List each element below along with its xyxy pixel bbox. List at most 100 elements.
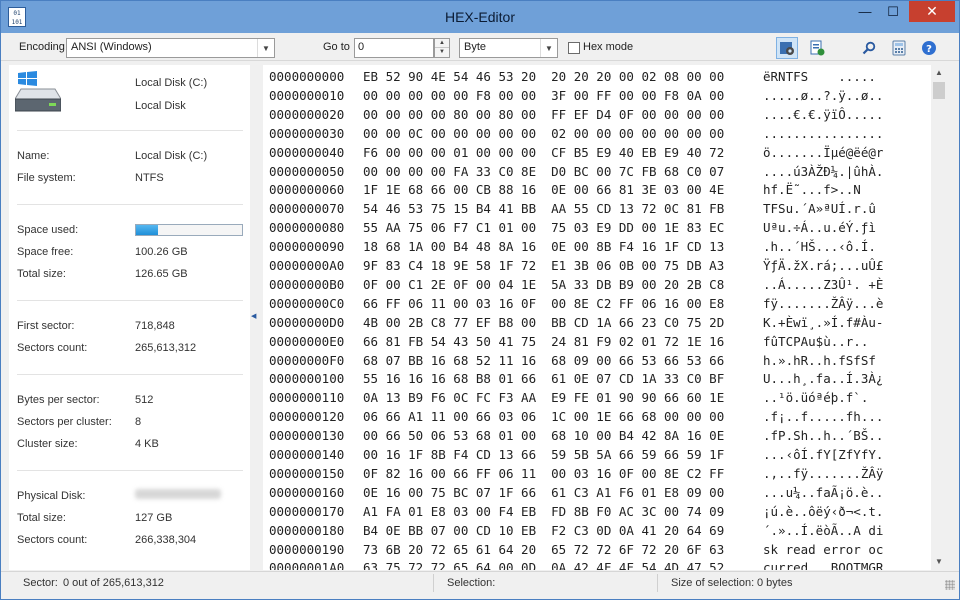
hex-ascii[interactable]: ..¹ö.üóªéþ.f`. [763, 390, 868, 405]
settings-gear-icon[interactable] [776, 37, 798, 59]
hex-offset: 0000000120 [269, 409, 345, 425]
hex-ascii[interactable]: U...h¸.fa..Í.3À¿ [763, 371, 883, 386]
name-label: Name: [17, 150, 50, 162]
vertical-scrollbar[interactable]: ▲ ▼ [931, 65, 947, 570]
minimize-button[interactable]: — [851, 1, 879, 22]
hex-bytes[interactable]: 0F 00 C1 2E 0F 00 04 1E 5A 33 DB B9 00 2… [363, 277, 724, 292]
hex-bytes[interactable]: 00 66 50 06 53 68 01 00 68 10 00 B4 42 8… [363, 428, 724, 443]
resize-grip[interactable] [945, 580, 955, 590]
hex-bytes[interactable]: 06 66 A1 11 00 66 03 06 1C 00 1E 66 68 0… [363, 409, 724, 424]
hex-ascii[interactable]: .‚..fÿ.......ŽÂÿ [763, 466, 883, 481]
hex-offset: 0000000140 [269, 447, 345, 462]
hex-bytes[interactable]: 63 75 72 72 65 64 00 0D 0A 42 4F 4F 54 4… [363, 560, 724, 570]
hex-ascii[interactable]: .f¡..f.....fh... [763, 409, 883, 424]
help-icon[interactable]: ? [918, 37, 940, 59]
cluster-size-label: Cluster size: [17, 438, 78, 450]
hex-ascii[interactable]: .fP.Sh..h..´BŠ.. [763, 428, 883, 443]
close-button[interactable]: ✕ [909, 1, 955, 22]
hex-bytes[interactable]: 4B 00 2B C8 77 EF B8 00 BB CD 1A 66 23 C… [363, 315, 724, 330]
scroll-thumb[interactable] [933, 82, 945, 99]
export-icon[interactable] [806, 37, 828, 59]
status-separator [657, 574, 658, 592]
encoding-select[interactable]: ANSI (Windows) ▼ [66, 38, 275, 58]
hex-bytes[interactable]: 54 46 53 75 15 B4 41 BB AA 55 CD 13 72 0… [363, 201, 724, 216]
space-free-value: 100.26 GB [135, 246, 188, 258]
hex-ascii[interactable]: fÿ.......ŽÂÿ...è [763, 296, 883, 311]
hexmode-checkbox[interactable] [568, 42, 580, 54]
hex-ascii[interactable]: h.».hR..h.fSfSf [763, 353, 876, 368]
hex-bytes[interactable]: 1F 1E 68 66 00 CB 88 16 0E 00 66 81 3E 0… [363, 182, 724, 197]
hex-ascii[interactable]: ëRNTFS ..... [763, 69, 876, 84]
hex-offset: 00000000B0 [269, 276, 345, 292]
bytes-per-sector-label: Bytes per sector: [17, 394, 100, 406]
hex-ascii[interactable]: ..Á.....Z3Û¹. +È [763, 277, 883, 292]
sectors-count-label: Sectors count: [17, 342, 88, 354]
space-used-fill [136, 225, 159, 235]
stepper-up-icon[interactable]: ▲ [435, 39, 449, 48]
hex-bytes[interactable]: 73 6B 20 72 65 61 64 20 65 72 72 6F 72 2… [363, 542, 724, 557]
maximize-button[interactable]: ☐ [879, 1, 907, 22]
scroll-up-icon[interactable]: ▲ [931, 65, 947, 81]
hex-offset: 0000000080 [269, 220, 345, 236]
hex-ascii[interactable]: ¡ú.è..ôëý‹ð¬<.t. [763, 504, 883, 519]
file-system-label: File system: [17, 172, 76, 184]
hex-bytes[interactable]: 0F 82 16 00 66 FF 06 11 00 03 16 0F 00 8… [363, 466, 724, 481]
hex-ascii[interactable]: ................ [763, 126, 883, 141]
hex-bytes[interactable]: 00 00 00 00 FA 33 C0 8E D0 BC 00 7C FB 6… [363, 164, 724, 179]
hex-bytes[interactable]: 0A 13 B9 F6 0C FC F3 AA E9 FE 01 90 90 6… [363, 390, 724, 405]
hex-ascii[interactable]: ....€.€.ÿïÔ..... [763, 107, 883, 122]
hex-bytes[interactable]: 9F 83 C4 18 9E 58 1F 72 E1 3B 06 0B 00 7… [363, 258, 724, 273]
hex-view[interactable]: 0000000000 EB 52 90 4E 54 46 53 20 20 20 … [263, 65, 931, 570]
hex-bytes[interactable]: 00 00 00 00 00 F8 00 00 3F 00 FF 00 00 F… [363, 88, 724, 103]
hex-ascii[interactable]: Uªu.÷Á..u.éÝ.ƒì [763, 220, 876, 235]
unit-select[interactable]: Byte ▼ [459, 38, 558, 58]
hex-ascii[interactable]: ŸƒÄ.žX.rá;...uÛ£ [763, 258, 883, 273]
hex-offset: 0000000030 [269, 125, 345, 141]
hex-bytes[interactable]: 66 FF 06 11 00 03 16 0F 00 8E C2 FF 06 1… [363, 296, 724, 311]
hex-bytes[interactable]: 66 81 FB 54 43 50 41 75 24 81 F9 02 01 7… [363, 334, 724, 349]
hex-bytes[interactable]: 0E 16 00 75 BC 07 1F 66 61 C3 A1 F6 01 E… [363, 485, 724, 500]
goto-stepper[interactable]: ▲ ▼ [434, 38, 450, 58]
hex-bytes[interactable]: B4 0E BB 07 00 CD 10 EB F2 C3 0D 0A 41 2… [363, 523, 724, 538]
hex-offset: 0000000190 [269, 541, 345, 557]
hex-offset: 00000001A0 [269, 560, 345, 570]
sectors-per-cluster-label: Sectors per cluster: [17, 416, 112, 428]
hex-bytes[interactable]: A1 FA 01 E8 03 00 F4 EB FD 8B F0 AC 3C 0… [363, 504, 724, 519]
hex-bytes[interactable]: 00 16 1F 8B F4 CD 13 66 59 5B 5A 66 59 6… [363, 447, 724, 462]
hex-bytes[interactable]: 68 07 BB 16 68 52 11 16 68 09 00 66 53 6… [363, 353, 724, 368]
title-bar[interactable]: 01 101 HEX-Editor — ☐ ✕ [1, 1, 959, 33]
hexmode-label[interactable]: Hex mode [583, 41, 633, 53]
hex-ascii[interactable]: hf.Ë˜...f>..N [763, 182, 861, 197]
stepper-down-icon[interactable]: ▼ [435, 48, 449, 57]
scroll-down-icon[interactable]: ▼ [931, 554, 947, 570]
hex-ascii[interactable]: .h..´HŠ...‹ô.Í. [763, 239, 876, 254]
hex-ascii[interactable]: TFSu.´A»ªUÍ.r.û [763, 201, 876, 216]
hex-ascii[interactable]: K.+Èwï¸.»Í.f#Àu- [763, 315, 883, 330]
search-icon[interactable] [858, 37, 880, 59]
status-separator [433, 574, 434, 592]
hex-bytes[interactable]: 55 16 16 16 68 B8 01 66 61 0E 07 CD 1A 3… [363, 371, 724, 386]
hex-ascii[interactable]: ö.......Ïµé@ëé@r [763, 145, 883, 160]
calculator-icon[interactable] [888, 37, 910, 59]
sector-label: Sector: [23, 577, 58, 589]
hex-ascii[interactable]: ´.»..Í.ëòÃ..A di [763, 523, 883, 538]
hex-bytes[interactable]: 55 AA 75 06 F7 C1 01 00 75 03 E9 DD 00 1… [363, 220, 724, 235]
hex-bytes[interactable]: 18 68 1A 00 B4 48 8A 16 0E 00 8B F4 16 1… [363, 239, 724, 254]
hex-ascii[interactable]: ...u¼..faÃ¡ö.è.. [763, 485, 883, 500]
goto-input[interactable]: 0 [354, 38, 434, 58]
window-title: HEX-Editor [444, 9, 516, 25]
hex-ascii[interactable]: ...‹ôÍ.fY[ZfYfY. [763, 447, 883, 462]
hex-bytes[interactable]: 00 00 0C 00 00 00 00 00 02 00 00 00 00 0… [363, 126, 724, 141]
hex-ascii[interactable]: sk read error oc [763, 542, 883, 557]
hex-offset: 0000000090 [269, 239, 345, 255]
hex-bytes[interactable]: EB 52 90 4E 54 46 53 20 20 20 20 00 02 0… [363, 69, 724, 84]
hex-ascii[interactable]: curred...BOOTMGR [763, 560, 883, 570]
hex-bytes[interactable]: 00 00 00 00 80 00 80 00 FF EF D4 0F 00 0… [363, 107, 724, 122]
hex-ascii[interactable]: .....ø..?.ÿ..ø.. [763, 88, 883, 103]
hex-bytes[interactable]: F6 00 00 00 01 00 00 00 CF B5 E9 40 EB E… [363, 145, 724, 160]
hex-ascii[interactable]: fûTCPAu$ù..r.. [763, 334, 868, 349]
hex-offset: 00000000E0 [269, 333, 345, 349]
chevron-down-icon: ▼ [257, 39, 274, 57]
hex-ascii[interactable]: ....ú3ÀŽÐ¼.|ûhÀ. [763, 164, 883, 179]
collapse-panel-icon[interactable]: ◀ [251, 312, 256, 320]
